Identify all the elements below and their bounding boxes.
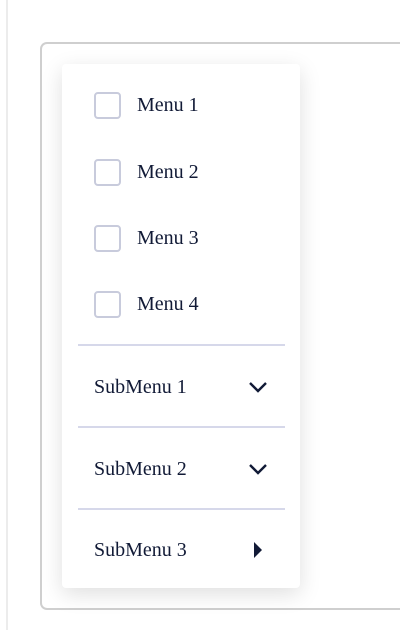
left-divider-line: [6, 0, 8, 630]
submenu-3[interactable]: SubMenu 3: [94, 535, 269, 565]
checkbox[interactable]: [94, 290, 121, 318]
chevron-down-icon: [247, 458, 269, 480]
submenu-2[interactable]: SubMenu 2: [94, 454, 269, 484]
menu-item-4[interactable]: Menu 4: [94, 289, 199, 319]
menu-item-1[interactable]: Menu 1: [94, 90, 199, 120]
menu-item-label: Menu 2: [137, 160, 199, 183]
submenu-label: SubMenu 1: [94, 375, 187, 398]
menu-item-2[interactable]: Menu 2: [94, 157, 199, 187]
menu-item-label: Menu 4: [137, 292, 199, 315]
dropdown-menu: Menu 1 Menu 2 Menu 3 Menu 4 SubMenu 1 Su…: [62, 64, 300, 588]
submenu-label: SubMenu 2: [94, 457, 187, 480]
menu-item-label: Menu 1: [137, 93, 199, 116]
menu-item-3[interactable]: Menu 3: [94, 223, 199, 253]
caret-right-icon: [247, 539, 269, 561]
submenu-label: SubMenu 3: [94, 538, 187, 561]
chevron-down-icon: [247, 376, 269, 398]
divider: [78, 508, 285, 510]
checkbox[interactable]: [94, 224, 121, 252]
checkbox[interactable]: [94, 91, 121, 119]
divider: [78, 426, 285, 428]
menu-item-label: Menu 3: [137, 226, 199, 249]
checkbox[interactable]: [94, 158, 121, 186]
submenu-1[interactable]: SubMenu 1: [94, 372, 269, 402]
divider: [78, 344, 285, 346]
